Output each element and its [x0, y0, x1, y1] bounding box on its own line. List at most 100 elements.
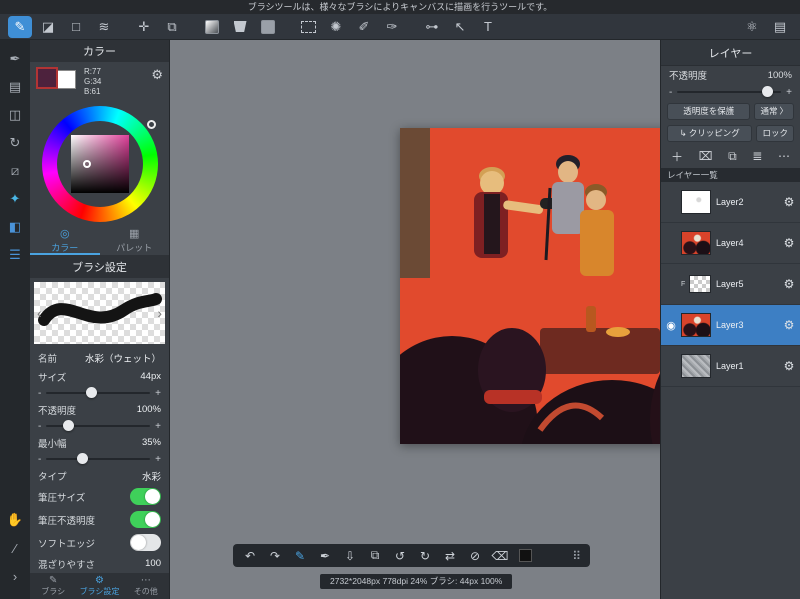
- tab-color[interactable]: ◎ カラー: [30, 226, 100, 255]
- layer-row[interactable]: F Layer5 ⚙: [661, 264, 800, 305]
- slider-minus[interactable]: -: [38, 454, 41, 465]
- tab-brush[interactable]: ✎ ブラシ: [30, 573, 76, 599]
- airbrush-icon[interactable]: ✦: [3, 188, 27, 210]
- canvas-panel-icon[interactable]: ▤: [3, 76, 27, 98]
- paint-app: ブラシツールは、様々なブラシによりキャンバスに描画を行うツールです。 ✎ ◪ □…: [0, 0, 800, 599]
- slider-plus[interactable]: +: [155, 454, 161, 465]
- list-panel-icon[interactable]: ☰: [3, 244, 27, 266]
- eyedropper-tool-icon[interactable]: ✒: [317, 549, 333, 563]
- canvas-area[interactable]: [170, 40, 788, 599]
- select-eraser-tool-icon[interactable]: ✑: [380, 16, 404, 38]
- layer-gear-icon[interactable]: ⚙: [781, 195, 797, 209]
- undo-icon[interactable]: ↶: [242, 549, 258, 563]
- select-pen-tool-icon[interactable]: ✐: [352, 16, 376, 38]
- brush-opacity-knob[interactable]: [62, 420, 74, 431]
- pressure-size-toggle[interactable]: [130, 488, 161, 505]
- prev-brush-arrow-icon[interactable]: ‹: [37, 305, 42, 321]
- slider-minus[interactable]: -: [669, 87, 672, 98]
- min-width-knob[interactable]: [77, 453, 89, 464]
- layer-opacity-knob[interactable]: [762, 86, 774, 97]
- hue-cursor[interactable]: [147, 120, 156, 129]
- rotate-icon[interactable]: ↻: [3, 132, 27, 154]
- saturation-value-box[interactable]: [70, 135, 129, 193]
- save-icon[interactable]: ⇩: [342, 549, 358, 563]
- blend-mode-button[interactable]: 通常 〉: [754, 102, 794, 120]
- add-layer-icon[interactable]: ＋: [671, 148, 683, 165]
- gradient-tool-icon[interactable]: [200, 16, 224, 38]
- protect-alpha-button[interactable]: 透明度を保護: [667, 102, 751, 120]
- layer-row[interactable]: Layer2 ⚙: [661, 182, 800, 223]
- sv-cursor[interactable]: [83, 160, 91, 168]
- color-settings-gear-icon[interactable]: ⚙: [151, 67, 163, 83]
- color-panel-icon[interactable]: ◧: [3, 216, 27, 238]
- pattern-brush-tool-icon[interactable]: ≋: [92, 16, 116, 38]
- snap-off-icon[interactable]: ⊘: [467, 549, 483, 563]
- more-layer-icon[interactable]: ⋯: [778, 149, 790, 163]
- merge-layer-icon[interactable]: ≣: [752, 149, 762, 163]
- brush-opacity-slider[interactable]: [46, 420, 151, 431]
- hand-icon[interactable]: ✋: [3, 509, 27, 531]
- bucket-tool-icon[interactable]: [228, 16, 252, 38]
- slider-plus[interactable]: +: [155, 388, 161, 399]
- tab-palette[interactable]: ▦ パレット: [100, 226, 170, 255]
- min-width-slider[interactable]: [46, 453, 151, 464]
- brush-mode-icon[interactable]: ✎: [292, 549, 308, 563]
- magic-wand-tool-icon[interactable]: ✺: [324, 16, 348, 38]
- brush-type-label: タイプ: [38, 471, 67, 483]
- select-move-tool-icon[interactable]: ↖: [448, 16, 472, 38]
- rotate-ccw-icon[interactable]: ↺: [392, 549, 408, 563]
- layer-gear-icon[interactable]: ⚙: [781, 277, 797, 291]
- layer-row[interactable]: Layer1 ⚙: [661, 346, 800, 387]
- eyedropper-icon[interactable]: ∕: [3, 537, 27, 559]
- layer-row-selected[interactable]: ◉ Layer3 ⚙: [661, 305, 800, 346]
- toolbar-drag-handle-icon[interactable]: ⠿: [572, 549, 581, 563]
- slider-minus[interactable]: -: [38, 421, 41, 432]
- redo-icon[interactable]: ↷: [267, 549, 283, 563]
- panel-layout-icon[interactable]: ▤: [768, 16, 792, 38]
- slider-plus[interactable]: +: [786, 87, 792, 98]
- visibility-toggle-icon[interactable]: ◉: [661, 319, 681, 332]
- text-tool-icon[interactable]: T: [476, 16, 500, 38]
- rotate-cw-icon[interactable]: ↻: [417, 549, 433, 563]
- next-brush-arrow-icon[interactable]: ›: [157, 305, 162, 321]
- move-tool-icon[interactable]: ✛: [132, 16, 156, 38]
- select-rect-tool-icon[interactable]: [296, 16, 320, 38]
- shape-tool-icon[interactable]: □: [64, 16, 88, 38]
- secondary-color-swatch[interactable]: [57, 70, 76, 89]
- snap-tool-icon[interactable]: ⊶: [420, 16, 444, 38]
- ruler-icon[interactable]: ⧄: [3, 160, 27, 182]
- current-color-swatch[interactable]: [36, 67, 58, 89]
- transform-tool-icon[interactable]: ⧉: [160, 16, 184, 38]
- clipping-button[interactable]: ↳ クリッピング: [667, 124, 753, 142]
- select-panel-icon[interactable]: ◫: [3, 104, 27, 126]
- material-swatch[interactable]: [517, 549, 533, 562]
- tab-brush-settings[interactable]: ⚙ ブラシ設定: [76, 573, 122, 599]
- export-icon[interactable]: ⧉: [367, 548, 383, 563]
- clear-icon[interactable]: ⌫: [492, 549, 509, 563]
- tab-other[interactable]: ⋯ その他: [123, 573, 169, 599]
- lock-button[interactable]: ロック: [756, 124, 794, 142]
- layer-row[interactable]: Layer4 ⚙: [661, 223, 800, 264]
- layer-opacity-slider[interactable]: [677, 86, 782, 97]
- flip-icon[interactable]: ⇄: [442, 549, 458, 563]
- soft-edge-toggle[interactable]: [130, 534, 161, 551]
- pen-tool-icon[interactable]: ✎: [8, 15, 32, 38]
- layer-gear-icon[interactable]: ⚙: [781, 236, 797, 250]
- pen-nib-icon[interactable]: ✒: [3, 48, 27, 70]
- eraser-tool-icon[interactable]: ◪: [36, 16, 60, 38]
- chevron-icon[interactable]: ›: [3, 565, 27, 587]
- delete-layer-icon[interactable]: ⌧: [699, 149, 713, 163]
- brush-size-slider[interactable]: [46, 387, 151, 398]
- fill-solid-tool-icon[interactable]: [256, 16, 280, 38]
- slider-plus[interactable]: +: [155, 421, 161, 432]
- cloud-icon[interactable]: ⚛: [740, 16, 764, 38]
- brush-size-knob[interactable]: [85, 387, 97, 398]
- material-black-square: [518, 549, 532, 562]
- brush-preview[interactable]: ‹ ›: [34, 282, 165, 344]
- layer-gear-icon[interactable]: ⚙: [781, 359, 797, 373]
- slider-minus[interactable]: -: [38, 388, 41, 399]
- main-toolbar: ✎ ◪ □ ≋ ✛ ⧉ ✺ ✐ ✑ ⊶ ↖ T ⚛ ▤: [0, 14, 800, 40]
- pressure-opacity-toggle[interactable]: [130, 511, 161, 528]
- layer-gear-icon[interactable]: ⚙: [781, 318, 797, 332]
- duplicate-layer-icon[interactable]: ⧉: [728, 149, 737, 164]
